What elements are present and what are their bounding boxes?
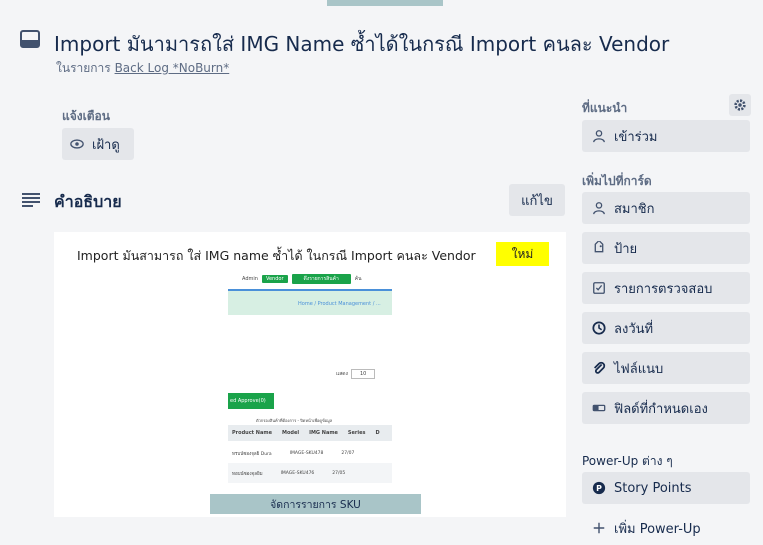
card-title[interactable]: Import มันามารถใส่ IMG Name ซ้ำได้ในกรณี… [54, 28, 669, 60]
custom-fields-icon [592, 404, 606, 412]
eye-icon [70, 139, 84, 149]
custom-fields-button[interactable]: ฟิลด์ที่กำหนดเอง [582, 392, 750, 424]
watch-button[interactable]: เฝ้าดู [62, 128, 134, 160]
shot-show-select: 10 [350, 369, 376, 379]
shot-cell: IMAGE-SKU478 [289, 450, 324, 456]
shot-breadcrumb: Home / Product Management / ... [298, 301, 381, 307]
list-link[interactable]: Back Log *NoBurn* [115, 61, 230, 75]
checklist-label: รายการตรวจสอบ [614, 281, 713, 297]
notifications-label: แจ้งเตือน [62, 109, 110, 123]
new-badge: ใหม่ [496, 242, 549, 266]
shot-vendor-button: Vendor [261, 275, 288, 283]
shot-green-button: ดึงรายการสินค้า [291, 274, 351, 284]
suggested-label: ที่แนะนำ [582, 101, 628, 115]
edit-description-button[interactable]: แก้ไข [509, 184, 565, 216]
description-content[interactable]: Import มันสามารถ ใส่ IMG name ซ้ำได้ ในก… [54, 232, 566, 517]
top-image-strip [327, 0, 443, 6]
story-points-label: Story Points [614, 480, 692, 496]
checklist-icon [593, 282, 605, 294]
story-points-icon: P [592, 481, 606, 495]
dates-label: ลงวันที่ [614, 321, 654, 337]
embedded-screenshot: Admin Vendor ดึงรายการสินค้า ค้น Home / … [228, 270, 392, 490]
story-points-button[interactable]: P Story Points [582, 472, 750, 504]
shot-col: Series [347, 430, 366, 436]
shot-col: IMG Name [309, 430, 338, 436]
join-label: เข้าร่วม [614, 129, 658, 145]
shot-table-header: Product Name Model IMG Name Series D [228, 425, 392, 441]
members-label: สมาชิก [614, 201, 655, 217]
shot-approve-button: ed Approve(0) [228, 393, 274, 409]
clock-icon [592, 321, 606, 335]
person-icon [593, 202, 605, 215]
shot-toolbar: Admin Vendor ดึงรายการสินค้า ค้น [242, 274, 362, 284]
shot-show-control: แสดง 10 [336, 369, 376, 379]
attachment-button[interactable]: ไฟล์แนบ [582, 352, 750, 384]
shot-table-row: ทอบน์ซองจุลยิม IMAGE-SKU476 27/05 [228, 463, 392, 483]
sku-caption-bar: จัดการรายการ SKU [210, 494, 421, 514]
shot-cell: หรบน์ซองจุลยิ Dura [232, 451, 272, 457]
card-icon [20, 30, 40, 48]
members-button[interactable]: สมาชิก [582, 192, 750, 224]
shot-col: D [375, 430, 380, 436]
add-powerup-label: เพิ่ม Power-Up [614, 521, 701, 537]
watch-label: เฝ้าดู [92, 137, 120, 153]
description-icon [22, 193, 40, 207]
checklist-button[interactable]: รายการตรวจสอบ [582, 272, 750, 304]
tag-icon [594, 241, 604, 253]
dates-button[interactable]: ลงวันที่ [582, 312, 750, 344]
attachment-label: ไฟล์แนบ [614, 361, 664, 377]
shot-admin: Admin [242, 276, 258, 282]
shot-cell: 27/05 [332, 470, 346, 476]
person-icon [593, 130, 605, 143]
shot-cell: 27/07 [341, 450, 355, 456]
custom-fields-label: ฟิลด์ที่กำหนดเอง [614, 401, 708, 417]
labels-button[interactable]: ป้าย [582, 232, 750, 264]
list-prefix: ในรายการ [56, 61, 111, 75]
description-title: คำอธิบาย [54, 192, 122, 211]
add-to-card-label: เพิ่มไปที่การ์ด [582, 174, 652, 188]
shot-show-label: แสดง [336, 371, 348, 377]
shot-table-row: หรบน์ซองจุลยิ Dura IMAGE-SKU478 27/07 [228, 443, 392, 463]
shot-col: Product Name [232, 430, 272, 436]
add-powerup-button[interactable]: เพิ่ม Power-Up [582, 512, 750, 544]
labels-label: ป้าย [614, 241, 638, 257]
shot-hint: ตัวกรองสินค้าที่ต้องการ - ปิดหน้าเพื่อดู… [256, 418, 333, 423]
shot-cell: IMAGE-SKU476 [280, 470, 315, 476]
join-button[interactable]: เข้าร่วม [582, 120, 750, 152]
paperclip-icon [594, 361, 606, 374]
shot-col: Model [281, 430, 300, 436]
suggested-settings-button[interactable] [729, 94, 751, 116]
shot-cell: ทอบน์ซองจุลยิม [232, 471, 263, 477]
svg-text:P: P [596, 484, 602, 493]
gear-icon [734, 99, 746, 111]
shot-header-band: Home / Product Management / ... [228, 289, 392, 315]
powerups-label: Power-Up ต่าง ๆ [582, 454, 673, 468]
description-text: Import มันสามารถ ใส่ IMG name ซ้ำได้ ในก… [77, 248, 476, 263]
shot-right-text: ค้น [354, 276, 362, 282]
plus-icon [593, 522, 605, 534]
card-list-info: ในรายการ Back Log *NoBurn* [56, 59, 229, 78]
